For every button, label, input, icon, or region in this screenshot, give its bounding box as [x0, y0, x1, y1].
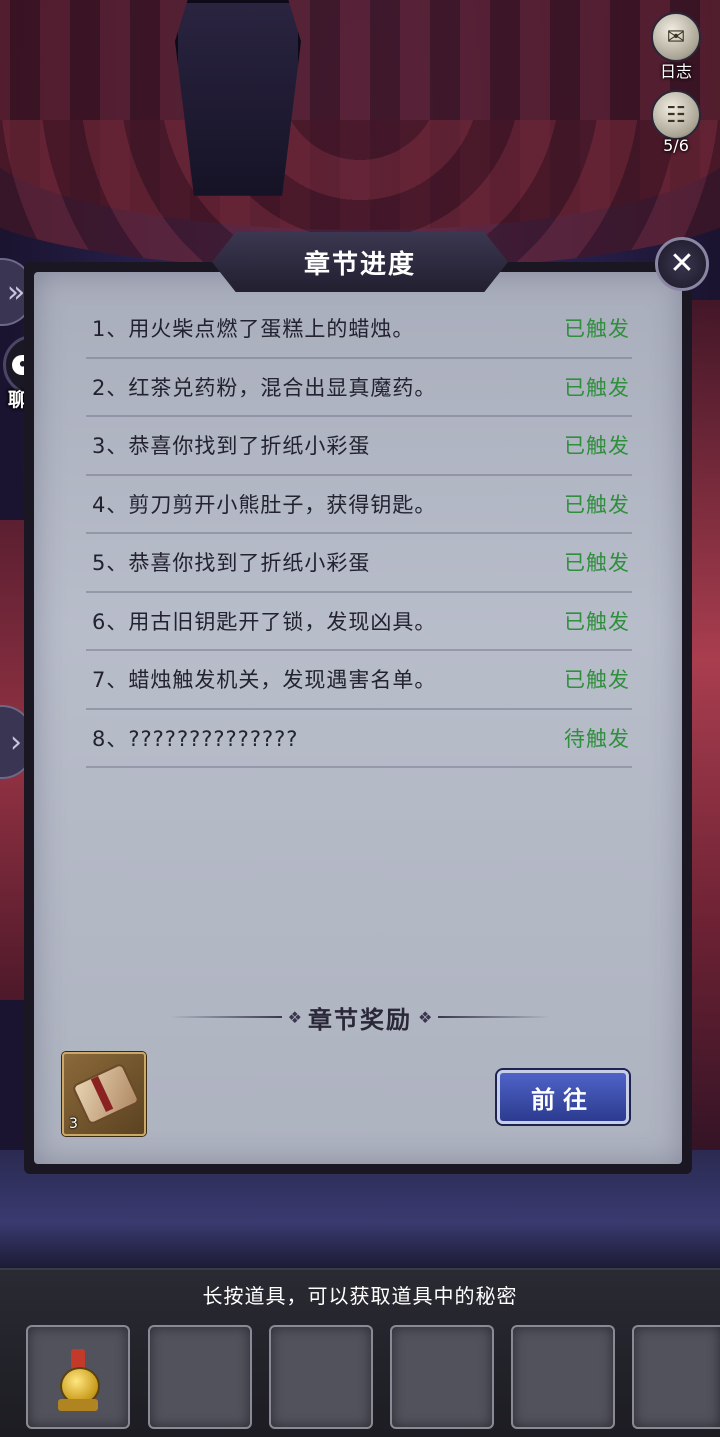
- lantern-decoration: [175, 0, 301, 196]
- divider: [438, 1016, 550, 1018]
- pages-button[interactable]: ☷ 5/6: [648, 90, 704, 155]
- reward-item-count: 3: [69, 1116, 78, 1132]
- panel-title: 章节进度: [303, 249, 416, 280]
- inventory-slot-6[interactable]: [632, 1325, 720, 1429]
- progress-row-text: 6、用古旧钥匙开了锁，发现凶具。: [92, 609, 437, 634]
- progress-row-status: 已触发: [564, 434, 630, 459]
- diamond-ornament-icon: ❖: [287, 1007, 302, 1027]
- reward-header: ❖ 章节奖励 ❖: [170, 995, 550, 1039]
- progress-row: 8、?????????????? 待触发: [86, 710, 632, 768]
- journal-icon: ✉: [651, 12, 701, 62]
- diamond-ornament-icon: ❖: [418, 1007, 433, 1027]
- progress-row-text: 1、用火柴点燃了蛋糕上的蜡烛。: [92, 317, 415, 342]
- inventory-slot-3[interactable]: [269, 1325, 373, 1429]
- progress-row-status: 已触发: [564, 492, 630, 517]
- close-button[interactable]: ✕: [655, 237, 709, 291]
- progress-row-text: 4、剪刀剪开小熊肚子，获得钥匙。: [92, 492, 437, 517]
- reward-title: 章节奖励: [308, 1004, 412, 1034]
- progress-row-status: 已触发: [564, 609, 630, 634]
- progress-row-text: 3、恭喜你找到了折纸小彩蛋: [92, 434, 371, 459]
- inventory-slot-2[interactable]: [148, 1325, 252, 1429]
- progress-row-text: 5、恭喜你找到了折纸小彩蛋: [92, 551, 371, 576]
- progress-row-text: 8、??????????????: [92, 726, 299, 751]
- progress-row-status: 已触发: [564, 317, 630, 342]
- close-icon: ✕: [669, 246, 695, 281]
- book-icon: ☷: [651, 90, 701, 140]
- inventory-slot-1[interactable]: [26, 1325, 130, 1429]
- chevron-right-icon: ›: [10, 724, 22, 760]
- journal-button[interactable]: ✉ 日志: [648, 12, 704, 82]
- progress-row: 3、恭喜你找到了折纸小彩蛋 已触发: [86, 417, 632, 476]
- progress-row: 7、蜡烛触发机关，发现遇害名单。 已触发: [86, 651, 632, 710]
- progress-list: 1、用火柴点燃了蛋糕上的蜡烛。 已触发 2、红茶兑药粉，混合出显真魔药。 已触发…: [86, 300, 632, 768]
- divider: [170, 1016, 282, 1018]
- progress-row-status: 已触发: [564, 551, 630, 576]
- goto-button[interactable]: 前往: [497, 1070, 629, 1124]
- progress-row: 2、红茶兑药粉，混合出显真魔药。 已触发: [86, 359, 632, 417]
- inventory-hint: 长按道具，可以获取道具中的秘密: [202, 1284, 518, 1308]
- progress-row-status: 已触发: [564, 668, 630, 693]
- potion-icon: [56, 1341, 100, 1415]
- inventory-slot-4[interactable]: [390, 1325, 494, 1429]
- progress-row-status: 待触发: [564, 726, 630, 751]
- progress-row-status: 已触发: [564, 375, 630, 400]
- progress-row: 4、剪刀剪开小熊肚子，获得钥匙。 已触发: [86, 476, 632, 534]
- journal-label: 日志: [659, 62, 692, 81]
- potion-base: [58, 1399, 98, 1411]
- progress-row: 6、用古旧钥匙开了锁，发现凶具。 已触发: [86, 593, 632, 651]
- potion-neck: [71, 1349, 85, 1369]
- inventory-slot-5[interactable]: [511, 1325, 615, 1429]
- progress-row-text: 7、蜡烛触发机关，发现遇害名单。: [92, 668, 437, 693]
- double-chevron-right-icon: »: [6, 274, 26, 310]
- progress-row-text: 2、红茶兑药粉，混合出显真魔药。: [92, 375, 437, 400]
- pages-counter: 5/6: [663, 136, 689, 155]
- progress-row: 1、用火柴点燃了蛋糕上的蜡烛。 已触发: [86, 300, 632, 359]
- progress-row: 5、恭喜你找到了折纸小彩蛋 已触发: [86, 534, 632, 593]
- reward-item-slot[interactable]: 3: [62, 1052, 146, 1136]
- panel-title-plate: 章节进度: [212, 232, 508, 292]
